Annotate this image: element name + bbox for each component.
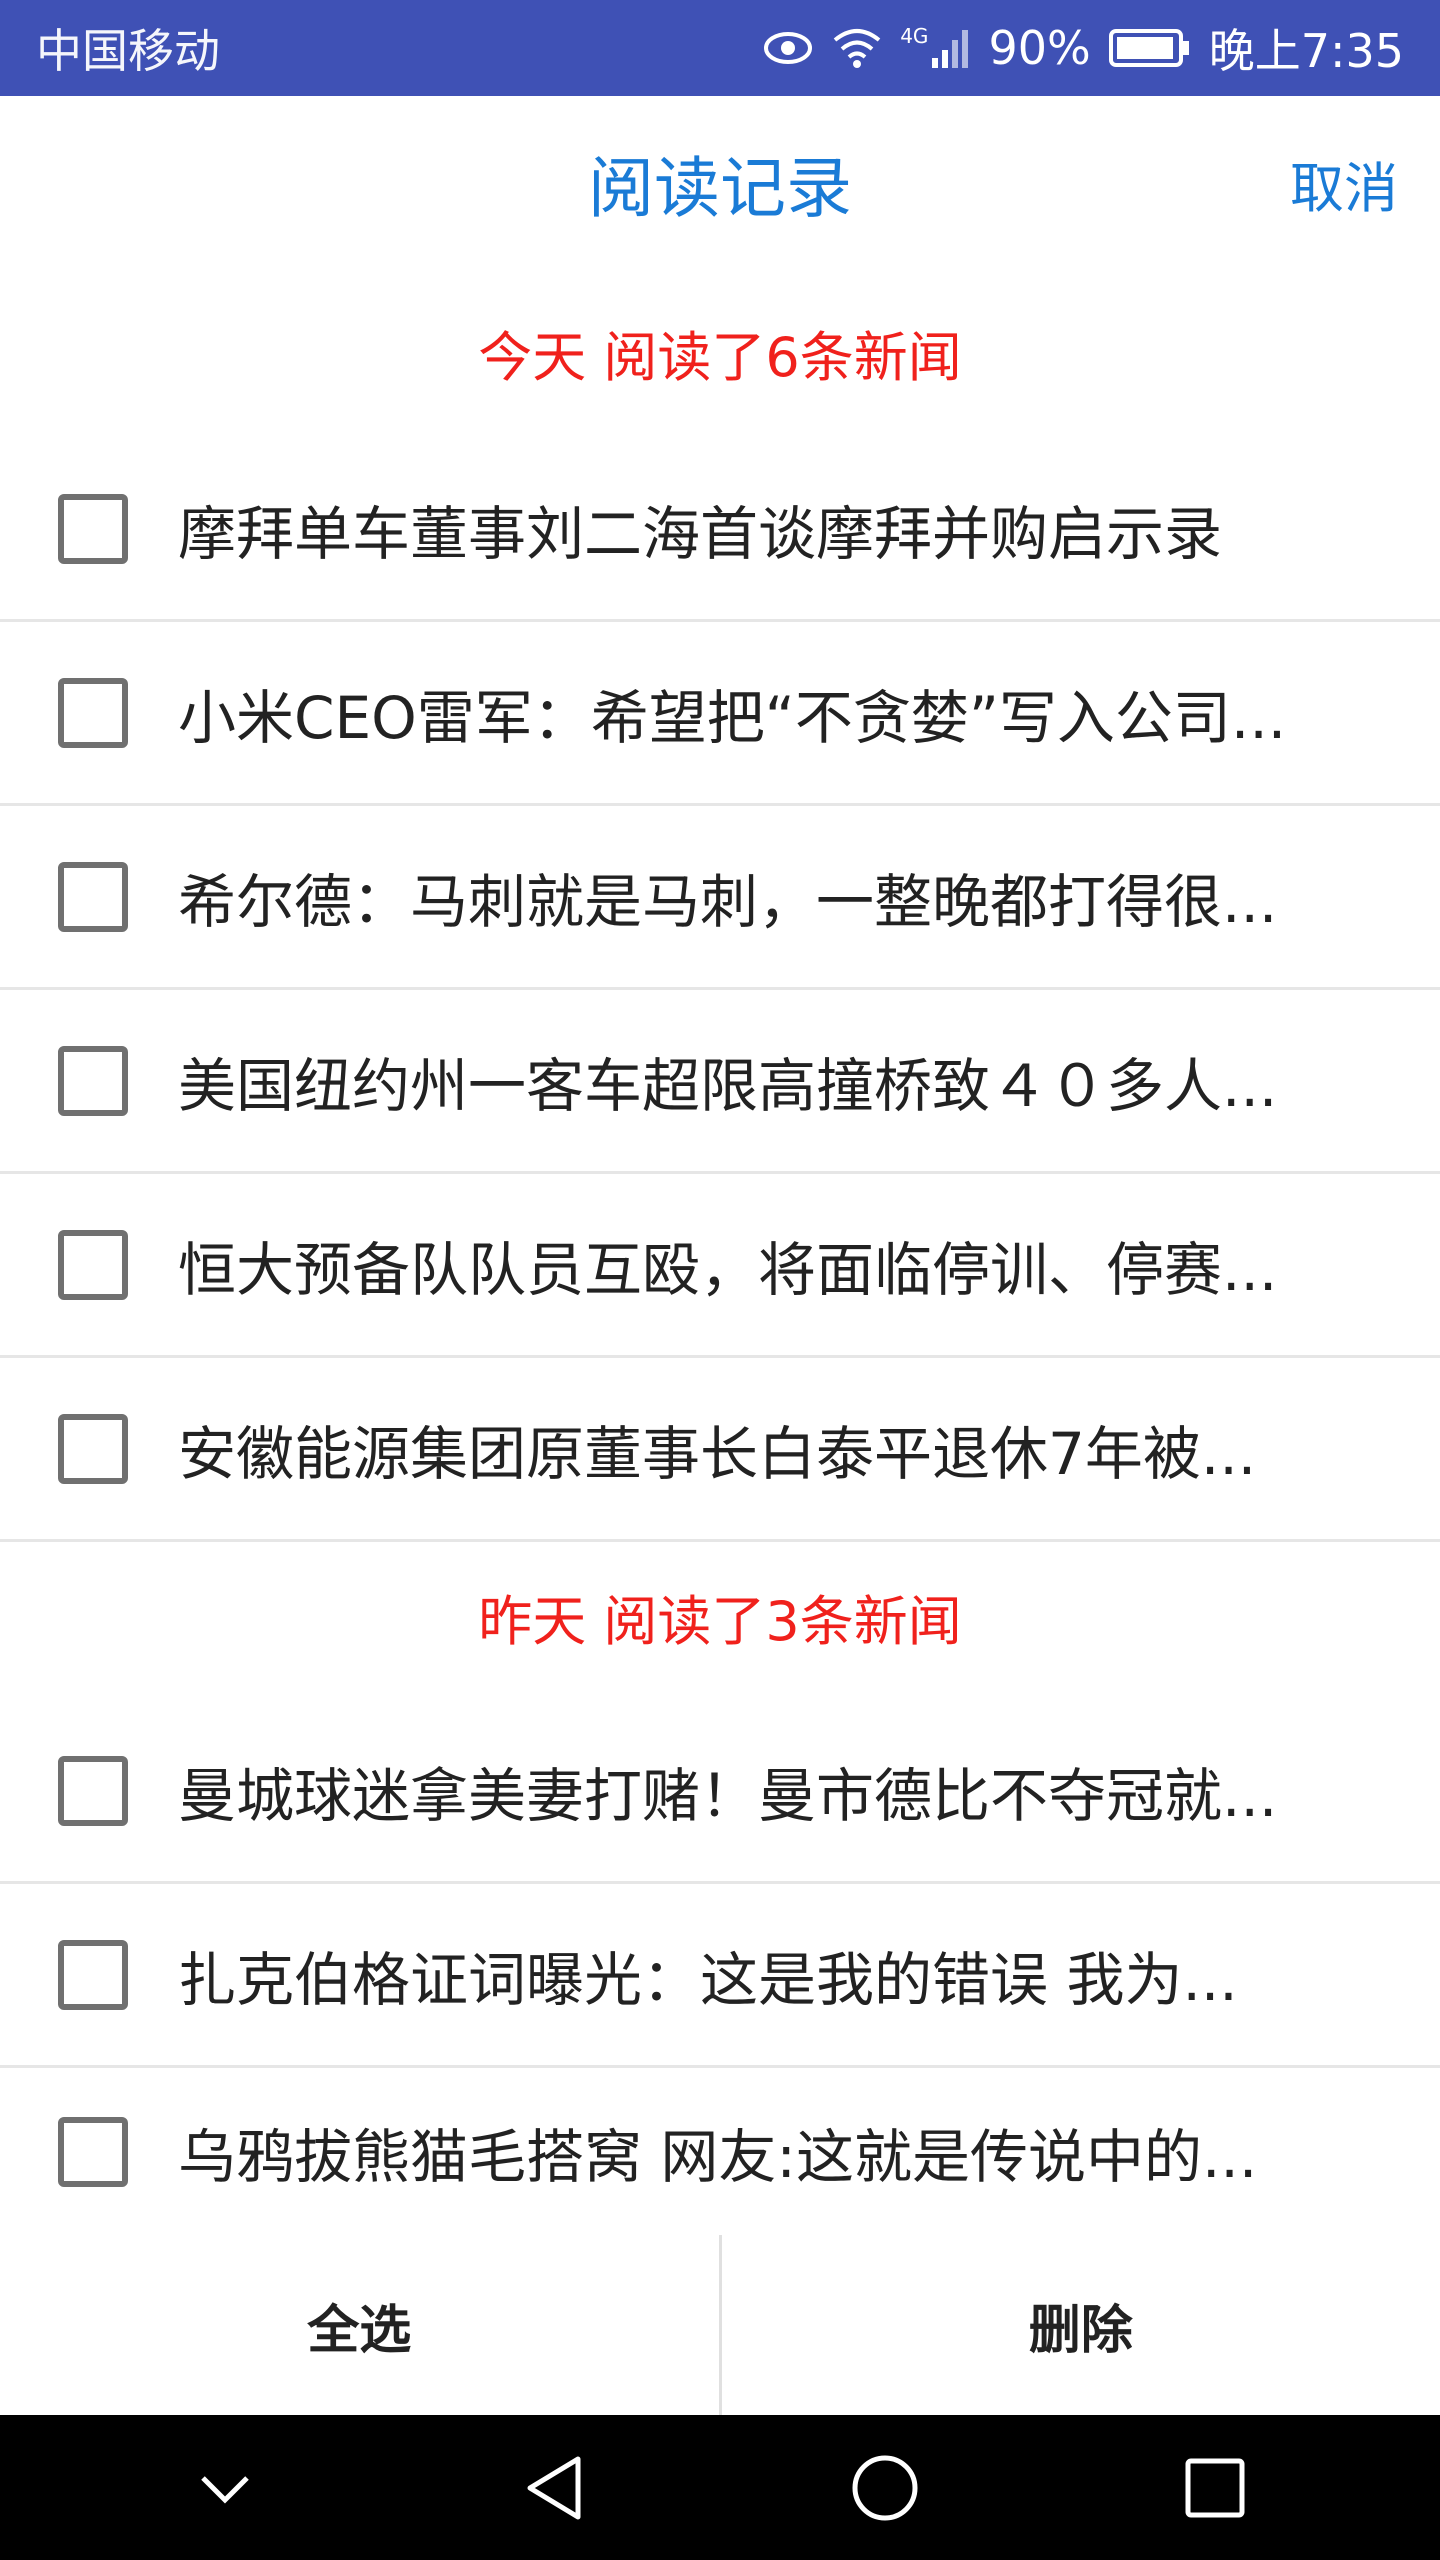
list-item-title: 曼城球迷拿美妻打赌！曼市德比不夺冠就... [178, 1761, 1278, 1830]
list-item[interactable]: 安徽能源集团原董事长白泰平退休7年被... [0, 1358, 1440, 1542]
bottom-action-bar: 全选 删除 [0, 2235, 1440, 2415]
list-item[interactable]: 摩拜单车董事刘二海首谈摩拜并购启示录 [0, 438, 1440, 622]
clock: 晚上7:35 [1208, 24, 1404, 78]
signal-icon: 4G [900, 26, 970, 70]
list-item-title: 小米CEO雷军：希望把“不贪婪”写入公司... [178, 683, 1287, 752]
list-item[interactable]: 美国纽约州一客车超限高撞桥致４０多人... [0, 990, 1440, 1174]
list-item-title: 安徽能源集团原董事长白泰平退休7年被... [178, 1419, 1257, 1488]
checkbox[interactable] [58, 1045, 128, 1116]
page-title: 阅读记录 [588, 150, 852, 227]
checkbox[interactable] [58, 493, 128, 564]
eye-icon [762, 28, 814, 68]
chevron-down-icon[interactable] [165, 2428, 285, 2548]
section-header-yesterday: 昨天 阅读了3条新闻 [478, 1590, 962, 1653]
status-icons: 4G 90% 晚上7:35 [762, 15, 1404, 81]
checkbox[interactable] [58, 861, 128, 932]
checkbox[interactable] [58, 677, 128, 748]
list-item[interactable]: 小米CEO雷军：希望把“不贪婪”写入公司... [0, 622, 1440, 806]
list-item[interactable]: 扎克伯格证词曝光：这是我的错误 我为... [0, 1884, 1440, 2068]
home-icon[interactable] [825, 2428, 945, 2548]
recents-icon[interactable] [1155, 2428, 1275, 2548]
checkbox[interactable] [58, 1939, 128, 2010]
list-item-title: 美国纽约州一客车超限高撞桥致４０多人... [178, 1051, 1278, 1120]
cancel-button[interactable]: 取消 [1290, 96, 1398, 282]
battery-level: 90% [988, 21, 1091, 75]
carrier-label: 中国移动 [36, 24, 220, 78]
list-item-title: 扎克伯格证词曝光：这是我的错误 我为... [178, 1945, 1238, 2014]
status-bar: 中国移动 4G 90% 晚上7:35 [0, 0, 1440, 96]
list-item-title: 希尔德：马刺就是马刺，一整晚都打得很... [178, 867, 1278, 936]
wifi-icon [832, 26, 882, 70]
header: 阅读记录 取消 [0, 96, 1440, 282]
delete-button[interactable]: 删除 [722, 2235, 1440, 2415]
checkbox[interactable] [58, 1413, 128, 1484]
battery-icon [1108, 28, 1191, 68]
list-item[interactable]: 恒大预备队队员互殴，将面临停训、停赛... [0, 1174, 1440, 1358]
back-icon[interactable] [495, 2428, 615, 2548]
checkbox[interactable] [58, 1229, 128, 1300]
list-item[interactable]: 希尔德：马刺就是马刺，一整晚都打得很... [0, 806, 1440, 990]
list-item-title: 摩拜单车董事刘二海首谈摩拜并购启示录 [178, 499, 1223, 568]
navigation-bar [0, 2415, 1440, 2560]
list-item-title: 恒大预备队队员互殴，将面临停训、停赛... [178, 1235, 1278, 1304]
checkbox[interactable] [58, 2116, 128, 2187]
list-item[interactable]: 曼城球迷拿美妻打赌！曼市德比不夺冠就... [0, 1700, 1440, 1884]
list-item-title: 乌鸦拔熊猫毛搭窝 网友:这就是传说中的... [178, 2122, 1258, 2191]
section-header-today: 今天 阅读了6条新闻 [478, 326, 962, 389]
select-all-button[interactable]: 全选 [0, 2235, 719, 2415]
checkbox[interactable] [58, 1755, 128, 1826]
list-item[interactable]: 乌鸦拔熊猫毛搭窝 网友:这就是传说中的... [0, 2068, 1440, 2235]
network-type: 4G [900, 24, 929, 48]
